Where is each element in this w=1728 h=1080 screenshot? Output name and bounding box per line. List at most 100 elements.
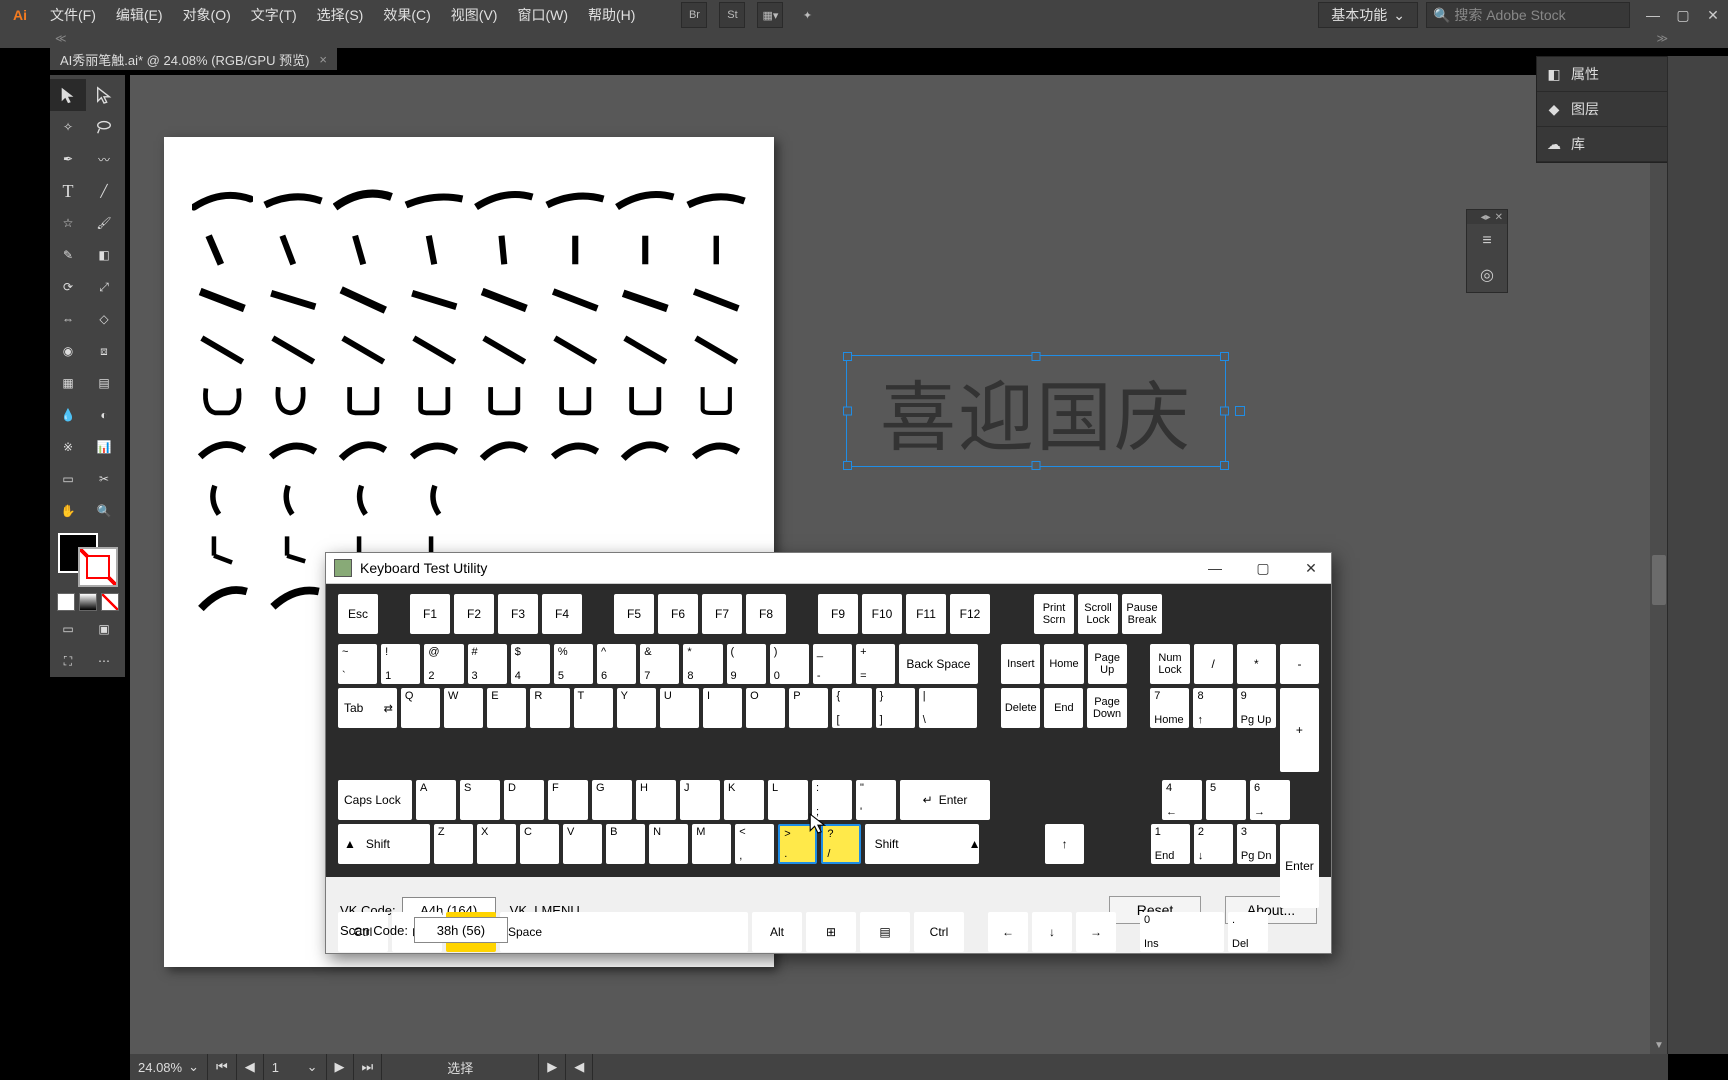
key-4[interactable]: $4 xyxy=(511,644,550,684)
selection-handle[interactable] xyxy=(1032,461,1041,470)
key-f12[interactable]: F12 xyxy=(950,594,990,634)
selection-handle[interactable] xyxy=(843,461,852,470)
key-f2[interactable]: F2 xyxy=(454,594,494,634)
key-s[interactable]: S xyxy=(460,780,500,820)
gradient-tool[interactable]: ▤ xyxy=(86,367,122,399)
panel-properties[interactable]: ◧属性 xyxy=(1537,57,1667,92)
kbd-close-button[interactable]: ✕ xyxy=(1291,554,1331,582)
key-u[interactable]: U xyxy=(660,688,699,728)
artboard-nav-prev[interactable]: ◀ xyxy=(237,1054,264,1080)
key-bracket-right[interactable]: }] xyxy=(876,688,915,728)
status-scroll-right[interactable]: ▶ xyxy=(539,1054,566,1080)
key-minus[interactable]: _- xyxy=(813,644,852,684)
selection-handle[interactable] xyxy=(843,407,852,416)
lasso-tool[interactable] xyxy=(86,111,122,143)
key-q[interactable]: Q xyxy=(401,688,440,728)
key-end[interactable]: End xyxy=(1044,688,1083,728)
rotate-tool[interactable]: ⟳ xyxy=(50,271,86,303)
artboard-tool[interactable]: ▭ xyxy=(50,463,86,495)
shaper-tool[interactable]: ✎ xyxy=(50,239,86,271)
menu-type[interactable]: 文字(T) xyxy=(241,0,307,30)
key-b[interactable]: B xyxy=(606,824,645,864)
key-f8[interactable]: F8 xyxy=(746,594,786,634)
curvature-tool[interactable]: 〰 xyxy=(86,143,122,175)
key-right-shift[interactable]: Shift▲ xyxy=(865,824,979,864)
key-tab[interactable]: Tab⇄ xyxy=(338,688,397,728)
kbd-maximize-button[interactable]: ▢ xyxy=(1243,554,1283,582)
key-f6[interactable]: F6 xyxy=(658,594,698,634)
magic-wand-tool[interactable]: ✧ xyxy=(50,111,86,143)
fill-stroke-swatch[interactable] xyxy=(58,533,118,587)
key-right-alt[interactable]: Alt xyxy=(752,912,802,952)
key-f5[interactable]: F5 xyxy=(614,594,654,634)
key-numpad-5[interactable]: 5 xyxy=(1206,780,1246,820)
draw-mode-normal[interactable]: ▭ xyxy=(50,613,86,645)
panel-layers[interactable]: ◆图层 xyxy=(1537,92,1667,127)
status-mode[interactable]: 选择 xyxy=(382,1054,539,1080)
shape-tool[interactable]: ☆ xyxy=(50,207,86,239)
key-space[interactable]: Space xyxy=(500,912,748,952)
key-comma[interactable]: <, xyxy=(735,824,774,864)
key-m[interactable]: M xyxy=(692,824,731,864)
scan-code-value[interactable] xyxy=(414,917,508,943)
selection-handle[interactable] xyxy=(1220,461,1229,470)
graph-tool[interactable]: 📊 xyxy=(86,431,122,463)
key-numpad-3[interactable]: 3Pg Dn xyxy=(1237,824,1276,864)
key-semicolon[interactable]: :; xyxy=(812,780,852,820)
key-enter[interactable]: ↵Enter xyxy=(900,780,990,820)
key-bracket-left[interactable]: {[ xyxy=(832,688,871,728)
key-delete[interactable]: Delete xyxy=(1001,688,1040,728)
key-g[interactable]: G xyxy=(592,780,632,820)
key-x[interactable]: X xyxy=(477,824,516,864)
key-arrow-right[interactable]: → xyxy=(1076,912,1116,952)
key-period[interactable]: >. xyxy=(778,824,817,864)
pen-tool[interactable]: ✒ xyxy=(50,143,86,175)
artboard-nav-first[interactable]: ⏮ xyxy=(208,1054,237,1080)
menu-select[interactable]: 选择(S) xyxy=(307,0,374,30)
line-tool[interactable]: ╱ xyxy=(86,175,122,207)
hand-tool[interactable]: ✋ xyxy=(50,495,86,527)
key-l[interactable]: L xyxy=(768,780,808,820)
key-slash[interactable]: ?/ xyxy=(821,824,860,864)
menu-edit[interactable]: 编辑(E) xyxy=(106,0,173,30)
artboard-nav-next[interactable]: ▶ xyxy=(327,1054,354,1080)
key-numpad-2[interactable]: 2↓ xyxy=(1194,824,1233,864)
status-scroll-left[interactable]: ◀ xyxy=(566,1054,593,1080)
artboard-nav-last[interactable]: ⏭ xyxy=(354,1054,383,1080)
eraser-tool[interactable]: ◧ xyxy=(86,239,122,271)
window-close-button[interactable]: ✕ xyxy=(1698,5,1728,25)
arrange-icon[interactable]: ▦▾ xyxy=(757,2,783,28)
scrollbar-thumb[interactable] xyxy=(1652,555,1666,605)
key-pause[interactable]: Pause Break xyxy=(1122,594,1162,634)
key-arrow-left[interactable]: ← xyxy=(988,912,1028,952)
color-mode-gradient[interactable] xyxy=(79,593,97,611)
key-o[interactable]: O xyxy=(746,688,785,728)
key-d[interactable]: D xyxy=(504,780,544,820)
panel-menu-icon[interactable]: ≡ xyxy=(1467,224,1507,258)
key-numlock[interactable]: Num Lock xyxy=(1150,644,1189,684)
key-f[interactable]: F xyxy=(548,780,588,820)
panel-libraries[interactable]: ☁库 xyxy=(1537,127,1667,162)
workspace-dropdown[interactable]: 基本功能⌄ xyxy=(1318,2,1418,28)
perspective-tool[interactable]: ⧈ xyxy=(86,335,122,367)
selection-handle[interactable] xyxy=(1220,352,1229,361)
key-numpad-9[interactable]: 9Pg Up xyxy=(1237,688,1276,728)
direct-selection-tool[interactable] xyxy=(86,79,122,111)
zoom-dropdown[interactable]: 24.08%⌄ xyxy=(130,1054,208,1080)
key-numpad-add[interactable]: + xyxy=(1280,688,1319,772)
key-quote[interactable]: "' xyxy=(856,780,896,820)
zoom-tool[interactable]: 🔍 xyxy=(86,495,122,527)
key-2[interactable]: @2 xyxy=(424,644,463,684)
key-numpad-8[interactable]: 8↑ xyxy=(1193,688,1232,728)
key-w[interactable]: W xyxy=(444,688,483,728)
menu-object[interactable]: 对象(O) xyxy=(173,0,241,30)
text-out-port[interactable] xyxy=(1235,406,1245,416)
vertical-scrollbar[interactable]: ▲ ▼ xyxy=(1650,75,1668,1054)
key-i[interactable]: I xyxy=(703,688,742,728)
key-numpad-multiply[interactable]: * xyxy=(1237,644,1276,684)
key-p[interactable]: P xyxy=(789,688,828,728)
kbd-minimize-button[interactable]: — xyxy=(1195,554,1235,582)
kbd-titlebar[interactable]: Keyboard Test Utility — ▢ ✕ xyxy=(326,553,1331,584)
stroke-swatch[interactable] xyxy=(78,547,118,587)
key-3[interactable]: #3 xyxy=(468,644,507,684)
